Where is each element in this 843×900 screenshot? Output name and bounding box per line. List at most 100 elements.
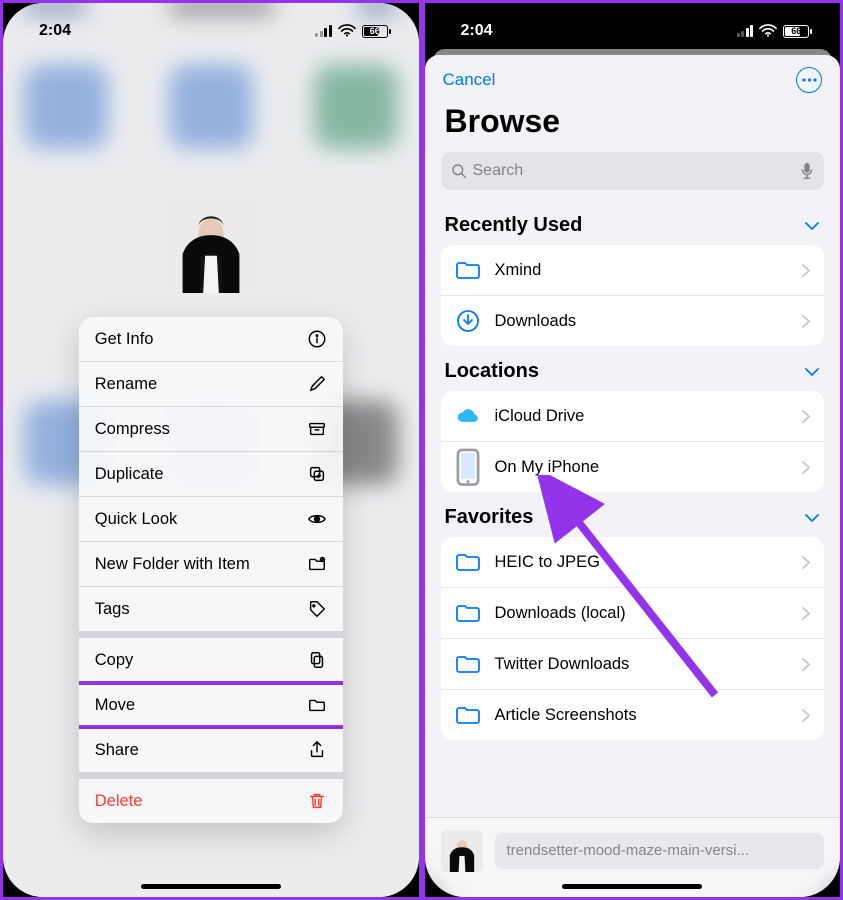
pencil-icon	[307, 374, 327, 394]
row-label: On My iPhone	[495, 458, 600, 477]
menu-label: Quick Look	[95, 510, 178, 529]
menu-move[interactable]: Move	[79, 682, 343, 727]
download-circle-icon	[455, 308, 481, 334]
more-options-button[interactable]	[796, 67, 822, 93]
clock: 2:04	[39, 22, 71, 40]
menu-duplicate[interactable]: Duplicate	[79, 451, 343, 496]
home-indicator	[141, 884, 281, 889]
row-xmind[interactable]: Xmind	[441, 245, 825, 295]
menu-new-folder[interactable]: New Folder with Item	[79, 541, 343, 586]
menu-label: Tags	[95, 600, 130, 619]
cellular-signal-icon	[315, 25, 332, 37]
mic-icon[interactable]	[800, 162, 814, 180]
chevron-right-icon	[801, 657, 810, 672]
cancel-button[interactable]: Cancel	[443, 70, 496, 90]
moving-file-name: trendsetter-mood-maze-main-versi...	[495, 833, 825, 869]
section-title: Favorites	[445, 506, 534, 529]
cellular-signal-icon	[737, 25, 754, 37]
chevron-right-icon	[801, 314, 810, 329]
selected-file-thumbnail	[162, 195, 260, 293]
chevron-down-icon	[804, 513, 820, 523]
status-bar: 2:04 66	[425, 3, 841, 51]
cloud-icon	[455, 403, 481, 429]
menu-quick-look[interactable]: Quick Look	[79, 496, 343, 541]
row-label: iCloud Drive	[495, 407, 585, 426]
row-icloud-drive[interactable]: iCloud Drive	[441, 391, 825, 441]
chevron-right-icon	[801, 409, 810, 424]
wifi-icon	[759, 24, 777, 38]
menu-label: Copy	[95, 651, 134, 670]
search-icon	[451, 163, 467, 179]
row-label: Twitter Downloads	[495, 655, 630, 674]
menu-rename[interactable]: Rename	[79, 361, 343, 406]
search-placeholder: Search	[473, 162, 524, 180]
menu-compress[interactable]: Compress	[79, 406, 343, 451]
menu-tags[interactable]: Tags	[79, 586, 343, 631]
folder-plus-icon	[307, 554, 327, 574]
chevron-down-icon	[804, 367, 820, 377]
section-header-locations[interactable]: Locations	[441, 346, 825, 391]
eye-icon	[307, 509, 327, 529]
context-menu: Get Info Rename Compress Duplicate	[79, 317, 343, 823]
row-heic-to-jpeg[interactable]: HEIC to JPEG	[441, 537, 825, 587]
section-title: Locations	[445, 360, 539, 383]
menu-copy[interactable]: Copy	[79, 638, 343, 682]
menu-label: Rename	[95, 375, 157, 394]
row-on-my-iphone[interactable]: On My iPhone	[441, 441, 825, 492]
folder-icon	[455, 257, 481, 283]
favorites-list: HEIC to JPEG Downloads (local) Twitter D…	[441, 537, 825, 740]
menu-label: Get Info	[95, 330, 154, 349]
menu-label: New Folder with Item	[95, 555, 250, 574]
menu-label: Delete	[95, 792, 143, 811]
row-label: Downloads (local)	[495, 604, 626, 623]
row-article-screenshots[interactable]: Article Screenshots	[441, 689, 825, 740]
duplicate-icon	[307, 464, 327, 484]
chevron-right-icon	[801, 708, 810, 723]
tag-icon	[307, 599, 327, 619]
section-header-recent[interactable]: Recently Used	[441, 200, 825, 245]
row-label: Downloads	[495, 312, 577, 331]
section-header-favorites[interactable]: Favorites	[441, 492, 825, 537]
copy-icon	[307, 650, 327, 670]
chevron-right-icon	[801, 460, 810, 475]
status-bar: 2:04 66	[3, 3, 419, 51]
menu-label: Duplicate	[95, 465, 164, 484]
menu-delete[interactable]: Delete	[79, 779, 343, 823]
archive-icon	[307, 419, 327, 439]
moving-file-thumbnail	[441, 830, 483, 872]
battery-indicator: 66	[362, 25, 391, 38]
folder-icon	[455, 702, 481, 728]
battery-indicator: 66	[783, 25, 812, 38]
menu-label: Compress	[95, 420, 170, 439]
locations-list: iCloud Drive On My iPhone	[441, 391, 825, 492]
menu-label: Share	[95, 741, 139, 760]
chevron-down-icon	[804, 221, 820, 231]
folder-icon	[307, 695, 327, 715]
info-icon	[307, 329, 327, 349]
iphone-icon	[455, 454, 481, 480]
folder-icon	[455, 651, 481, 677]
search-input[interactable]: Search	[441, 152, 825, 190]
trash-icon	[307, 791, 327, 811]
row-label: Article Screenshots	[495, 706, 637, 725]
chevron-right-icon	[801, 555, 810, 570]
wifi-icon	[338, 24, 356, 38]
folder-icon	[455, 600, 481, 626]
row-twitter-downloads[interactable]: Twitter Downloads	[441, 638, 825, 689]
page-title: Browse	[425, 99, 841, 148]
recent-list: Xmind Downloads	[441, 245, 825, 346]
row-label: Xmind	[495, 261, 542, 280]
menu-get-info[interactable]: Get Info	[79, 317, 343, 361]
menu-share[interactable]: Share	[79, 727, 343, 772]
chevron-right-icon	[801, 263, 810, 278]
home-indicator	[562, 884, 702, 889]
move-destination-sheet: Cancel Browse Search Recently Used	[425, 55, 841, 897]
folder-icon	[455, 549, 481, 575]
menu-label: Move	[95, 696, 135, 715]
chevron-right-icon	[801, 606, 810, 621]
row-downloads-local[interactable]: Downloads (local)	[441, 587, 825, 638]
row-downloads[interactable]: Downloads	[441, 295, 825, 346]
clock: 2:04	[461, 22, 493, 40]
section-title: Recently Used	[445, 214, 583, 237]
share-icon	[307, 740, 327, 760]
